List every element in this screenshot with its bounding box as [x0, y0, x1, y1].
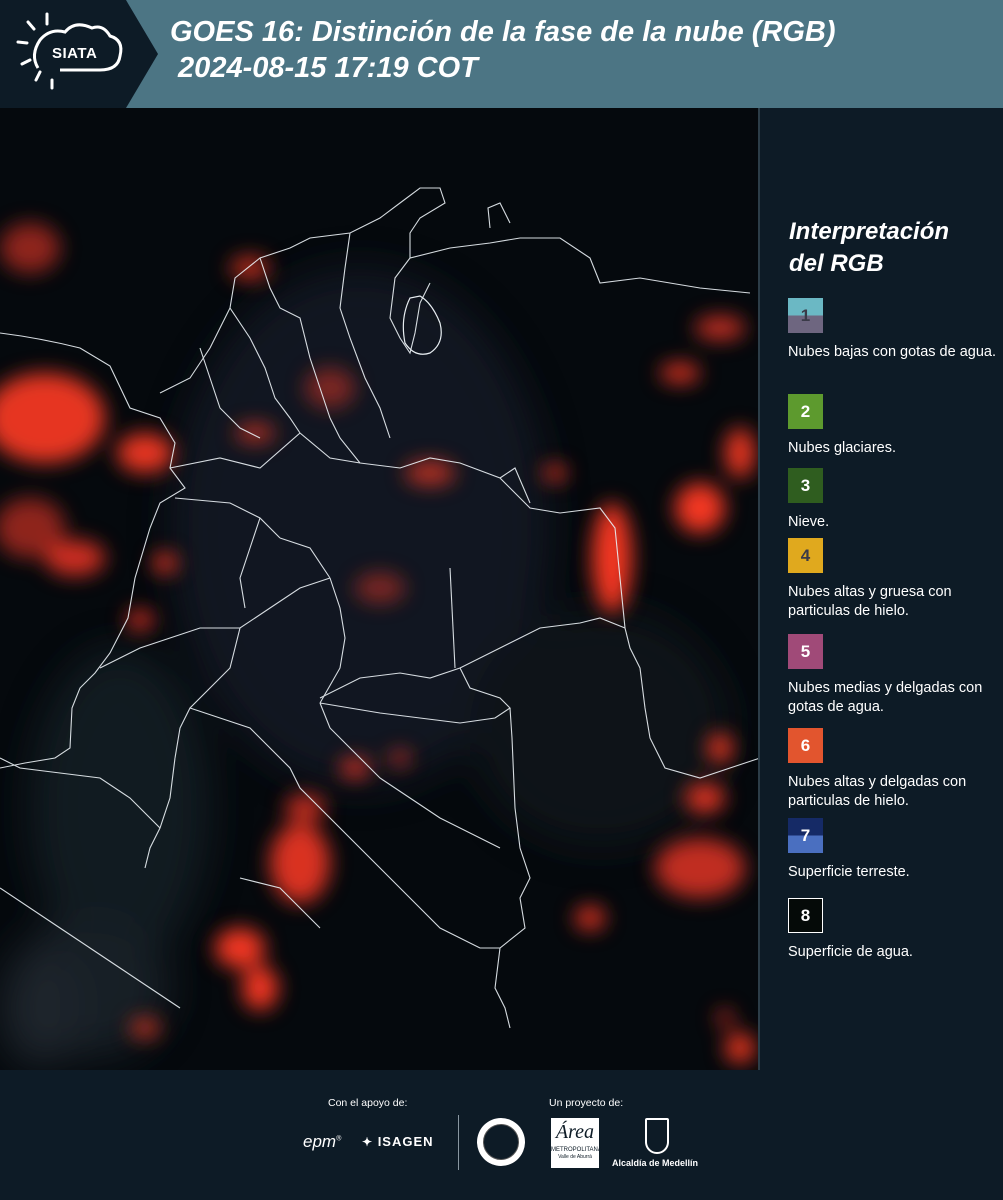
epm-logo: epm®	[303, 1132, 342, 1151]
legend-item-8: 8 Superficie de agua.	[788, 898, 1000, 962]
legend-label-3: Nieve.	[788, 514, 830, 530]
legend-swatch-8: 8	[788, 898, 823, 933]
area-icon: Área	[555, 1121, 595, 1143]
legend-number-7: 7	[800, 825, 811, 845]
footer-divider	[458, 1115, 459, 1170]
title-line-2: 2024-08-15 17:19 COT	[170, 52, 478, 84]
alcaldia-shield-icon	[645, 1118, 669, 1154]
epm-text: epm	[303, 1132, 337, 1151]
legend-number-8: 8	[800, 905, 811, 925]
emblem-logo	[477, 1118, 525, 1166]
legend-item-6: 6 Nubes altas y delgadas con particulas …	[788, 728, 1000, 811]
legend-swatch-6: 6	[788, 728, 823, 763]
legend-item-3: 3 Nieve.	[788, 468, 1000, 532]
legend-item-4: 4 Nubes altas y gruesa con particulas de…	[788, 538, 1000, 621]
legend-label-5: Nubes medias y delgadas con gotas de agu…	[788, 680, 983, 715]
legend-number-4: 4	[800, 545, 811, 565]
header-bar: SIATA GOES 16: Distinción de la fase de …	[0, 0, 1003, 108]
legend-number-2: 2	[800, 401, 811, 421]
legend-label-2: Nubes glaciares.	[788, 440, 896, 456]
legend-number-3: 3	[800, 475, 811, 495]
project-label: Un proyecto de:	[549, 1097, 624, 1109]
isagen-logo: ✦ ISAGEN	[362, 1134, 434, 1149]
page-title: GOES 16: Distinción de la fase de la nub…	[170, 14, 836, 86]
legend-label-8: Superficie de agua.	[788, 944, 913, 960]
legend-item-7: 7 Superficie terreste.	[788, 818, 1000, 882]
footer: Con el apoyo de: Un proyecto de: epm® ✦ …	[0, 1070, 1003, 1200]
legend-item-2: 2 Nubes glaciares.	[788, 394, 1000, 458]
support-label: Con el apoyo de:	[328, 1097, 408, 1109]
isagen-icon: ✦	[362, 1135, 374, 1149]
title-line-1: GOES 16: Distinción de la fase de la nub…	[170, 16, 836, 48]
legend-label-4: Nubes altas y gruesa con particulas de h…	[788, 584, 952, 619]
legend-label-7: Superficie terreste.	[788, 864, 910, 880]
area-sub-text: Valle de Aburrá	[558, 1154, 592, 1160]
legend-swatch-2: 2	[788, 394, 823, 429]
legend-item-5: 5 Nubes medias y delgadas con gotas de a…	[788, 634, 1000, 717]
isagen-text: ISAGEN	[377, 1134, 434, 1149]
map-svg	[0, 108, 758, 1070]
legend-title: Interpretación del RGB	[789, 218, 950, 277]
alcaldia-text: Alcaldía de Medellín	[612, 1158, 699, 1168]
legend-number-6: 6	[800, 735, 811, 755]
legend-swatch-5: 5	[788, 634, 823, 669]
logo-text: SIATA	[52, 45, 98, 62]
siata-logo: SIATA	[0, 0, 158, 108]
legend-number-5: 5	[800, 641, 811, 661]
legend-number-1: 1	[800, 305, 811, 325]
area-metropolitana-logo: Área METROPOLITANA Valle de Aburrá	[551, 1118, 602, 1168]
legend-swatch-7: 7	[788, 818, 823, 853]
legend-item-1: 1 Nubes bajas con gotas de agua.	[788, 298, 1000, 362]
legend-swatch-4: 4	[788, 538, 823, 573]
area-metro-text: METROPOLITANA	[551, 1147, 602, 1153]
legend-swatch-3: 3	[788, 468, 823, 503]
legend-swatch-1: 1	[788, 298, 823, 333]
legend-label-6: Nubes altas y delgadas con particulas de…	[788, 774, 967, 809]
satellite-map[interactable]	[0, 108, 760, 1070]
emblem-inner-icon	[483, 1124, 519, 1160]
legend-label-1: Nubes bajas con gotas de agua.	[788, 344, 996, 360]
legend-panel: Interpretación del RGB 1 Nubes bajas con…	[762, 108, 1003, 1070]
